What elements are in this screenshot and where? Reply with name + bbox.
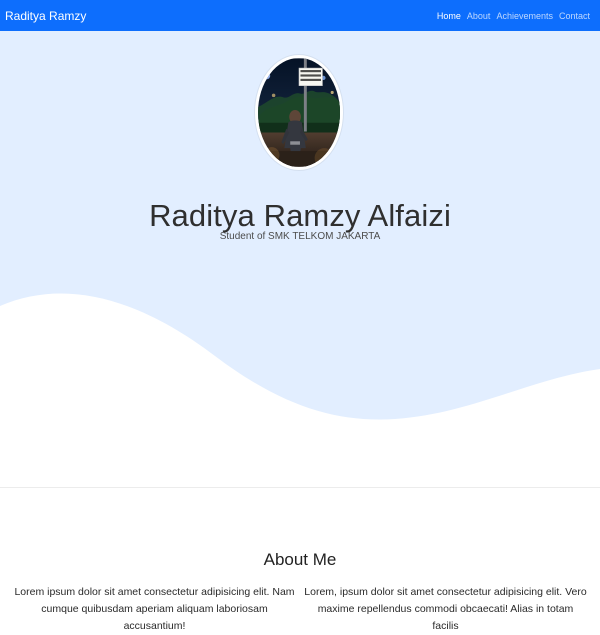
about-title: About Me (263, 550, 337, 570)
section-divider (0, 487, 600, 488)
profile-photo (258, 58, 340, 167)
about-paragraph-left: Lorem ipsum dolor sit amet consectetur a… (14, 585, 295, 632)
nav-link-achievements[interactable]: Achievements (496, 11, 553, 21)
brand-link[interactable]: Raditya Ramzy (5, 9, 86, 23)
nav-link-home[interactable]: Home (437, 11, 461, 21)
nav-links: Home About Achievements Contact (437, 11, 590, 21)
about-paragraph-right: Lorem, ipsum dolor sit amet consectetur … (304, 585, 587, 632)
nav-link-about[interactable]: About (467, 11, 491, 21)
profile-subtitle: Student of SMK TELKOM JAKARTA (219, 231, 381, 242)
profile-image-frame (255, 55, 343, 170)
nav-link-contact[interactable]: Contact (559, 11, 590, 21)
hero-section: Raditya Ramzy Alfaizi Student of SMK TEL… (0, 31, 600, 487)
top-navbar: Raditya Ramzy Home About Achievements Co… (0, 0, 600, 31)
profile-name: Raditya Ramzy Alfaizi (149, 197, 451, 233)
